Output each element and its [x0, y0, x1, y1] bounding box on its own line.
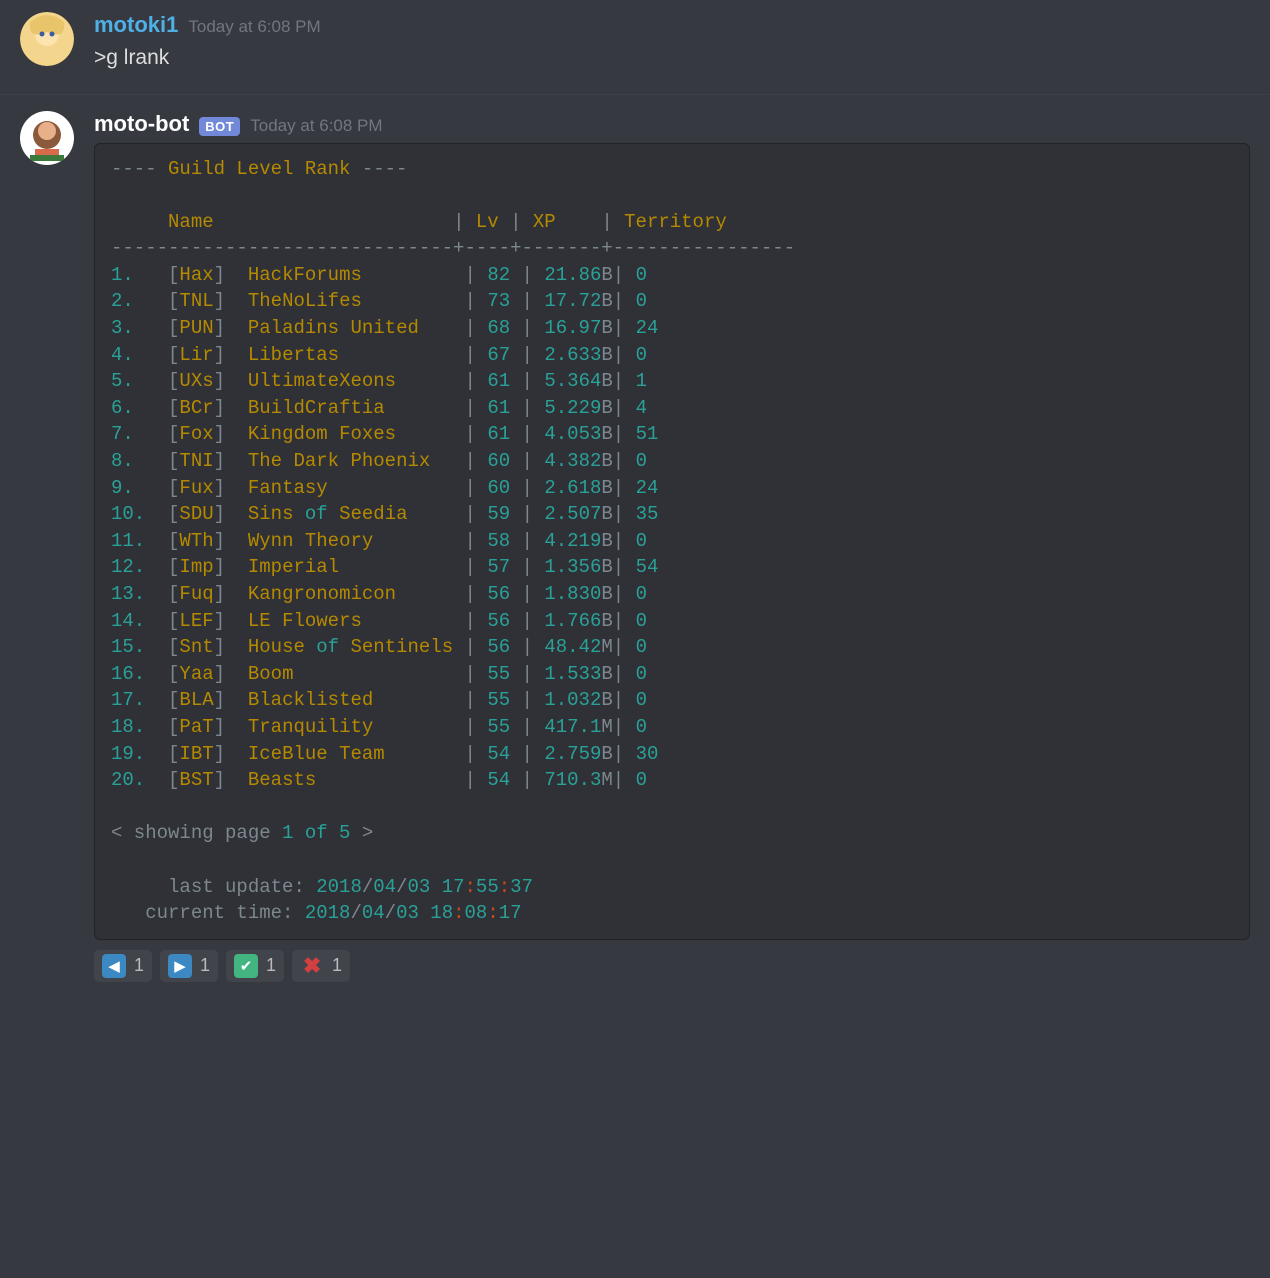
- reaction-count: 1: [266, 955, 276, 976]
- arrow-left-icon: ◀: [102, 954, 126, 978]
- username[interactable]: moto-bot: [94, 111, 189, 137]
- reaction-count: 1: [134, 955, 144, 976]
- message: motoki1 Today at 6:08 PM >g lrank: [0, 0, 1270, 95]
- timestamp: Today at 6:08 PM: [188, 17, 320, 37]
- reaction-cancel[interactable]: ✖ 1: [292, 950, 350, 982]
- avatar[interactable]: [20, 12, 74, 66]
- check-icon: ✔: [234, 954, 258, 978]
- x-icon: ✖: [300, 954, 324, 978]
- code-block: ---- Guild Level Rank ---- Name | Lv | X…: [94, 143, 1250, 940]
- timestamp: Today at 6:08 PM: [250, 116, 382, 136]
- bot-tag: BOT: [199, 117, 240, 136]
- reaction-confirm[interactable]: ✔ 1: [226, 950, 284, 982]
- reaction-count: 1: [332, 955, 342, 976]
- message: moto-bot BOT Today at 6:08 PM ---- Guild…: [0, 95, 1270, 990]
- reactions: ◀ 1 ▶ 1 ✔ 1 ✖ 1: [94, 950, 1250, 982]
- avatar[interactable]: [20, 111, 74, 165]
- arrow-right-icon: ▶: [168, 954, 192, 978]
- reaction-prev[interactable]: ◀ 1: [94, 950, 152, 982]
- username[interactable]: motoki1: [94, 12, 178, 38]
- reaction-count: 1: [200, 955, 210, 976]
- reaction-next[interactable]: ▶ 1: [160, 950, 218, 982]
- message-text: >g lrank: [94, 42, 1250, 74]
